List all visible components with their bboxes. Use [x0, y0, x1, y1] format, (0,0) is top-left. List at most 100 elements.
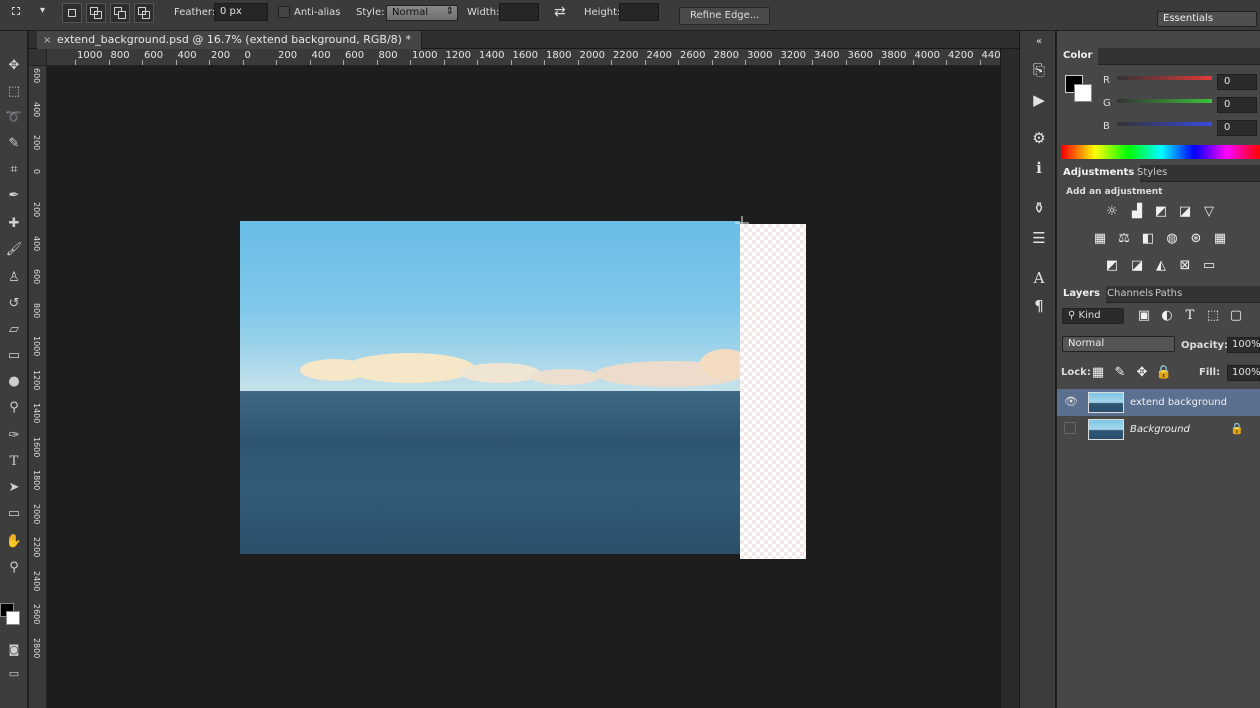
layer-row-background[interactable]: Background 🔒 [1057, 416, 1260, 443]
hue-saturation-icon[interactable]: ▦ [1091, 230, 1109, 248]
marquee-tool-icon[interactable]: ⬚ [3, 81, 25, 103]
layer-name[interactable]: Background [1130, 424, 1190, 435]
refine-edge-button[interactable]: Refine Edge... [679, 7, 771, 25]
fill-input[interactable]: 100% [1227, 365, 1260, 381]
vertical-ruler[interactable]: 600 400 200 0 200 400 600 800 1000 1200 1400 1600 18… [29, 66, 47, 708]
channel-mixer-icon[interactable]: ⊛ [1187, 230, 1205, 248]
layer-name[interactable]: extend background [1130, 397, 1227, 408]
feather-input[interactable]: 0 px [214, 3, 268, 21]
brush-tool-icon[interactable]: 🖌 [3, 239, 25, 261]
filter-type-layers-icon[interactable]: T [1181, 307, 1199, 325]
lock-image-pixels-icon[interactable]: ✎ [1111, 364, 1129, 382]
blur-tool-icon[interactable]: ● [3, 371, 25, 393]
style-dropdown[interactable]: Normal ⇕ [386, 5, 458, 21]
gradient-map-icon[interactable]: ⊠ [1176, 257, 1194, 275]
background-color-swatch[interactable] [6, 611, 20, 625]
subtract-from-selection-button[interactable] [110, 3, 130, 23]
tab-color[interactable]: Color [1057, 48, 1099, 65]
color-balance-icon[interactable]: ⚖ [1115, 230, 1133, 248]
opacity-input[interactable]: 100% [1227, 337, 1260, 353]
brightness-contrast-icon[interactable]: ☼ [1103, 203, 1121, 221]
curves-icon[interactable]: ◩ [1152, 203, 1170, 221]
new-selection-button[interactable] [62, 3, 82, 23]
screen-mode-icon[interactable]: ▭ [3, 663, 25, 685]
selective-color-icon[interactable]: ▭ [1200, 257, 1218, 275]
color-panel-background-swatch[interactable] [1074, 84, 1092, 102]
layer-row-extend-background[interactable]: 👁 extend background [1057, 389, 1260, 416]
visibility-toggle[interactable] [1064, 422, 1076, 434]
width-input[interactable] [499, 3, 539, 21]
tab-adjustments[interactable]: Adjustments [1057, 165, 1141, 182]
filter-smart-objects-icon[interactable]: ▢ [1227, 307, 1245, 325]
photo-filter-icon[interactable]: ◍ [1163, 230, 1181, 248]
blend-mode-dropdown[interactable]: Normal [1062, 336, 1175, 352]
height-input[interactable] [619, 3, 659, 21]
preset-dropdown-arrow-icon[interactable]: ▾ [40, 5, 45, 16]
add-to-selection-button[interactable] [86, 3, 106, 23]
move-tool-icon[interactable]: ✥ [3, 55, 25, 77]
b-slider[interactable] [1117, 122, 1212, 126]
canvas-area[interactable] [47, 66, 1019, 708]
healing-brush-tool-icon[interactable]: ✚ [3, 213, 25, 235]
history-brush-tool-icon[interactable]: ↺ [3, 293, 25, 315]
actions-panel-icon[interactable]: ▶ [1028, 89, 1050, 111]
invert-icon[interactable]: ◩ [1103, 257, 1121, 275]
g-slider[interactable] [1117, 99, 1212, 103]
paragraph-panel-icon[interactable]: ¶ [1028, 295, 1050, 317]
filter-shape-layers-icon[interactable]: ⬚ [1204, 307, 1222, 325]
black-white-icon[interactable]: ◧ [1139, 230, 1157, 248]
type-tool-icon[interactable]: T [3, 451, 25, 473]
ruler-origin[interactable] [29, 49, 47, 66]
close-tab-icon[interactable]: × [43, 33, 51, 49]
anti-alias-checkbox[interactable] [278, 6, 290, 18]
gradient-tool-icon[interactable]: ▭ [3, 345, 25, 367]
quick-mask-icon[interactable]: ◙ [3, 639, 25, 661]
eye-icon[interactable]: 👁 [1064, 395, 1078, 409]
levels-icon[interactable]: ▟ [1128, 203, 1146, 221]
layer-filter-dropdown[interactable]: ⚲ Kind [1062, 308, 1124, 324]
rectangle-tool-icon[interactable]: ▭ [3, 503, 25, 525]
brush-presets-panel-icon[interactable]: ⚱ [1028, 197, 1050, 219]
r-value-input[interactable]: 0 [1217, 74, 1257, 90]
threshold-icon[interactable]: ◭ [1152, 257, 1170, 275]
intersect-selection-button[interactable] [134, 3, 154, 23]
crop-tool-icon[interactable]: ⌗ [3, 159, 25, 181]
quick-selection-tool-icon[interactable]: ✎ [3, 133, 25, 155]
history-panel-icon[interactable]: ⎘ [1028, 59, 1050, 81]
horizontal-ruler[interactable]: 1000 800 600 400 200 0 200 400 600 800 1000 1200 140… [47, 49, 1019, 66]
g-value-input[interactable]: 0 [1217, 97, 1257, 113]
tab-paths[interactable]: Paths [1149, 286, 1188, 303]
filter-adjustment-layers-icon[interactable]: ◐ [1158, 307, 1176, 325]
tool-presets-panel-icon[interactable]: ☰ [1028, 227, 1050, 249]
posterize-icon[interactable]: ◪ [1128, 257, 1146, 275]
tab-layers[interactable]: Layers [1057, 286, 1106, 303]
lock-transparent-pixels-icon[interactable]: ▦ [1089, 364, 1107, 382]
eraser-tool-icon[interactable]: ▱ [3, 319, 25, 341]
zoom-tool-icon[interactable]: ⚲ [3, 557, 25, 579]
character-panel-icon[interactable]: A [1028, 267, 1050, 289]
vertical-scrollbar[interactable] [1000, 49, 1019, 708]
lasso-tool-icon[interactable]: ➰ [3, 107, 25, 129]
properties-panel-icon[interactable]: ⚙ [1028, 127, 1050, 149]
marquee-preset-icon[interactable] [8, 3, 28, 23]
exposure-icon[interactable]: ◪ [1176, 203, 1194, 221]
clone-stamp-tool-icon[interactable]: ♙ [3, 267, 25, 289]
path-selection-tool-icon[interactable]: ➤ [3, 477, 25, 499]
lock-position-icon[interactable]: ✥ [1133, 364, 1151, 382]
vibrance-icon[interactable]: ▽ [1200, 203, 1218, 221]
swap-dimensions-icon[interactable]: ⇄ [554, 4, 566, 20]
b-value-input[interactable]: 0 [1217, 120, 1257, 136]
hand-tool-icon[interactable]: ✋ [3, 531, 25, 553]
color-lookup-icon[interactable]: ▦ [1211, 230, 1229, 248]
color-spectrum-ramp[interactable] [1062, 145, 1260, 159]
collapse-panels-icon[interactable]: « [1028, 31, 1050, 53]
tab-styles[interactable]: Styles [1131, 165, 1173, 182]
dodge-tool-icon[interactable]: ⚲ [3, 397, 25, 419]
filter-pixel-layers-icon[interactable]: ▣ [1135, 307, 1153, 325]
info-panel-icon[interactable]: ℹ [1028, 157, 1050, 179]
workspace-dropdown[interactable]: Essentials [1157, 11, 1257, 27]
r-slider[interactable] [1117, 76, 1212, 80]
document-tab[interactable]: × extend_background.psd @ 16.7% (extend … [37, 31, 422, 49]
lock-all-icon[interactable]: 🔒 [1155, 364, 1173, 382]
pen-tool-icon[interactable]: ✑ [3, 425, 25, 447]
